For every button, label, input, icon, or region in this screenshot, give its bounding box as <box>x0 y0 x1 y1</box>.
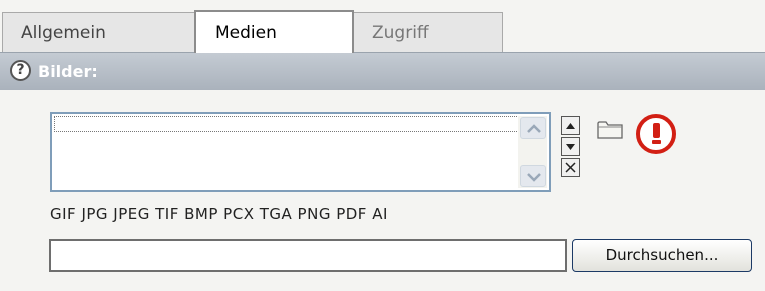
arrow-down-icon <box>566 144 575 150</box>
remove-button[interactable] <box>561 158 580 177</box>
section-title: Bilder: <box>38 62 98 81</box>
tab-bar: Allgemein Medien Zugriff <box>0 0 765 53</box>
tab-allgemein[interactable]: Allgemein <box>2 12 195 52</box>
chevron-up-icon <box>527 124 541 133</box>
folder-icon[interactable] <box>597 119 623 139</box>
chevron-down-icon <box>527 173 541 182</box>
file-path-input[interactable] <box>49 239 567 272</box>
list-selection[interactable] <box>54 116 519 132</box>
scroll-down-button[interactable] <box>520 165 546 187</box>
media-panel: GIF JPG JPEG TIF BMP PCX TGA PNG PDF AI … <box>0 90 765 291</box>
tab-zugriff[interactable]: Zugriff <box>353 12 503 52</box>
allowed-file-types: GIF JPG JPEG TIF BMP PCX TGA PNG PDF AI <box>50 205 388 223</box>
section-header: ? Bilder: <box>0 52 765 90</box>
scroll-up-button[interactable] <box>520 117 546 139</box>
browse-button[interactable]: Durchsuchen... <box>572 239 752 272</box>
move-down-button[interactable] <box>561 137 580 156</box>
arrow-up-icon <box>566 123 575 129</box>
tab-medien[interactable]: Medien <box>194 10 354 53</box>
list-scrollbar[interactable] <box>518 116 547 188</box>
move-up-button[interactable] <box>561 116 580 135</box>
warning-exclamation-icon <box>636 114 676 154</box>
delete-x-icon <box>565 162 576 173</box>
image-list[interactable] <box>50 112 551 192</box>
question-icon[interactable]: ? <box>10 60 31 81</box>
